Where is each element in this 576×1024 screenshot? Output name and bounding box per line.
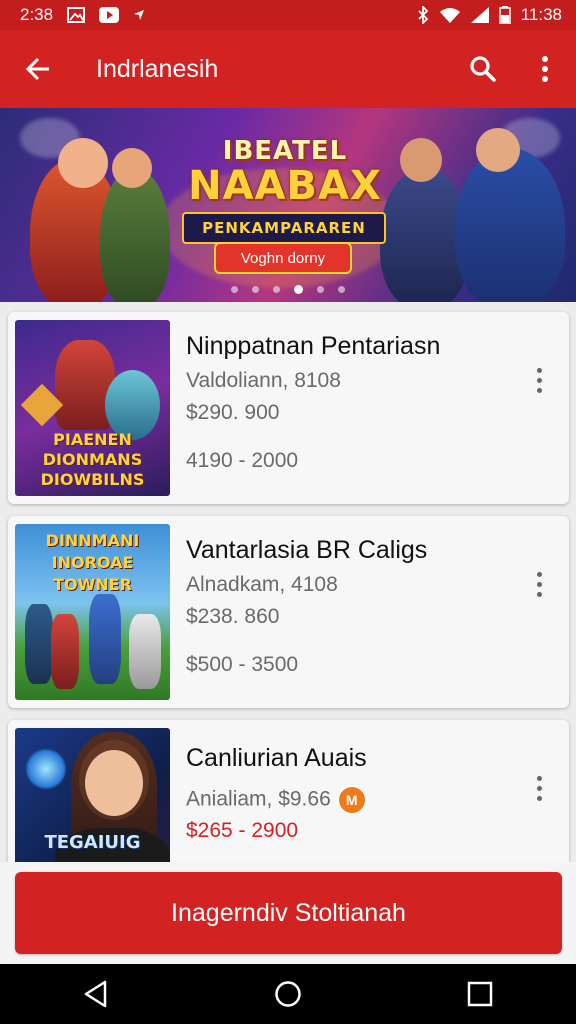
- nav-recents-button[interactable]: [450, 964, 510, 1024]
- nav-back-button[interactable]: [66, 964, 126, 1024]
- carousel-dot[interactable]: [317, 286, 324, 293]
- back-button[interactable]: [0, 30, 76, 108]
- game-range: 4190 - 2000: [186, 449, 299, 472]
- game-detail: Anialiam, $9.66: [186, 787, 331, 811]
- banner-title-main: NAABAX: [188, 163, 382, 209]
- game-price: $265 - 2900: [186, 819, 299, 842]
- game-detail: Valdoliann, 8108: [186, 369, 341, 392]
- carousel-indicator: [0, 285, 576, 294]
- bluetooth-icon: [418, 6, 428, 24]
- wifi-icon: [439, 8, 460, 23]
- thumbnail-text: TEGAIUIG: [44, 832, 141, 853]
- signal-icon: [470, 7, 489, 23]
- promo-banner[interactable]: IBEATEL NAABAX PENKAMPARAREN Voghn dorny: [0, 108, 576, 302]
- game-name: Vantarlasia BR Caligs: [186, 536, 428, 564]
- thumbnail-text: DINNMANI INOROAE TOWNER: [45, 531, 140, 594]
- battery-icon: [498, 6, 511, 24]
- location-arrow-icon: [134, 10, 145, 20]
- search-icon: [470, 56, 496, 82]
- app-bar: Indrlanesih: [0, 30, 576, 108]
- more-vertical-icon: [536, 775, 542, 781]
- more-vertical-icon: [536, 367, 542, 373]
- image-icon: [67, 7, 86, 23]
- card-overflow-button[interactable]: [527, 564, 551, 604]
- game-range: $500 - 3500: [186, 653, 299, 676]
- banner-title: IBEATEL NAABAX: [170, 136, 400, 206]
- banner-subtitle: PENKAMPARAREN: [182, 212, 386, 244]
- hero-figure-left: [100, 168, 170, 302]
- game-name: Ninppatnan Pentariasn: [186, 332, 441, 360]
- status-bar: 2:38 11:38: [0, 0, 576, 30]
- search-button[interactable]: [452, 30, 514, 108]
- card-overflow-button[interactable]: [527, 360, 551, 400]
- banner-title-top: IBEATEL: [222, 136, 348, 166]
- carousel-dot[interactable]: [231, 286, 238, 293]
- currency-badge-icon: M: [336, 785, 367, 815]
- system-nav-bar: [0, 964, 576, 1024]
- status-time-left: 2:38: [20, 5, 54, 24]
- game-card[interactable]: DINNMANI INOROAE TOWNER Vantarlasia BR C…: [8, 516, 569, 708]
- carousel-dot[interactable]: [252, 286, 259, 293]
- arrow-back-icon: [25, 57, 49, 81]
- game-price: $290. 900: [186, 401, 280, 424]
- hero-figure-far-right: [455, 148, 565, 302]
- game-thumbnail: DINNMANI INOROAE TOWNER: [15, 524, 170, 700]
- overflow-menu-button[interactable]: [514, 30, 576, 108]
- game-card[interactable]: PIAENEN DIONMANS DIOWBILNS Ninppatnan Pe…: [8, 312, 569, 504]
- carousel-dot[interactable]: [273, 286, 280, 293]
- nav-home-icon: [275, 981, 301, 1007]
- carousel-dot[interactable]: [294, 285, 303, 294]
- youtube-icon: [99, 7, 120, 23]
- thumbnail-text: PIAENEN DIONMANS DIOWBILNS: [40, 430, 145, 489]
- page-title: Indrlanesih: [96, 54, 219, 83]
- game-price: $238. 860: [186, 605, 280, 628]
- nav-back-icon: [84, 980, 107, 1008]
- status-time-right: 11:38: [520, 5, 562, 24]
- nav-home-button[interactable]: [258, 964, 318, 1024]
- card-overflow-button[interactable]: [527, 768, 551, 808]
- banner-cta-button[interactable]: Voghn dorny: [214, 242, 352, 274]
- game-detail: Alnadkam, 4108: [186, 573, 338, 596]
- more-vertical-icon: [542, 56, 548, 82]
- primary-action-button[interactable]: Inagerndiv Stoltianah: [15, 872, 562, 954]
- game-name: Canliurian Auais: [186, 744, 367, 772]
- carousel-dot[interactable]: [338, 286, 345, 293]
- game-thumbnail: PIAENEN DIONMANS DIOWBILNS: [15, 320, 170, 496]
- nav-recents-icon: [467, 981, 493, 1007]
- more-vertical-icon: [536, 571, 542, 577]
